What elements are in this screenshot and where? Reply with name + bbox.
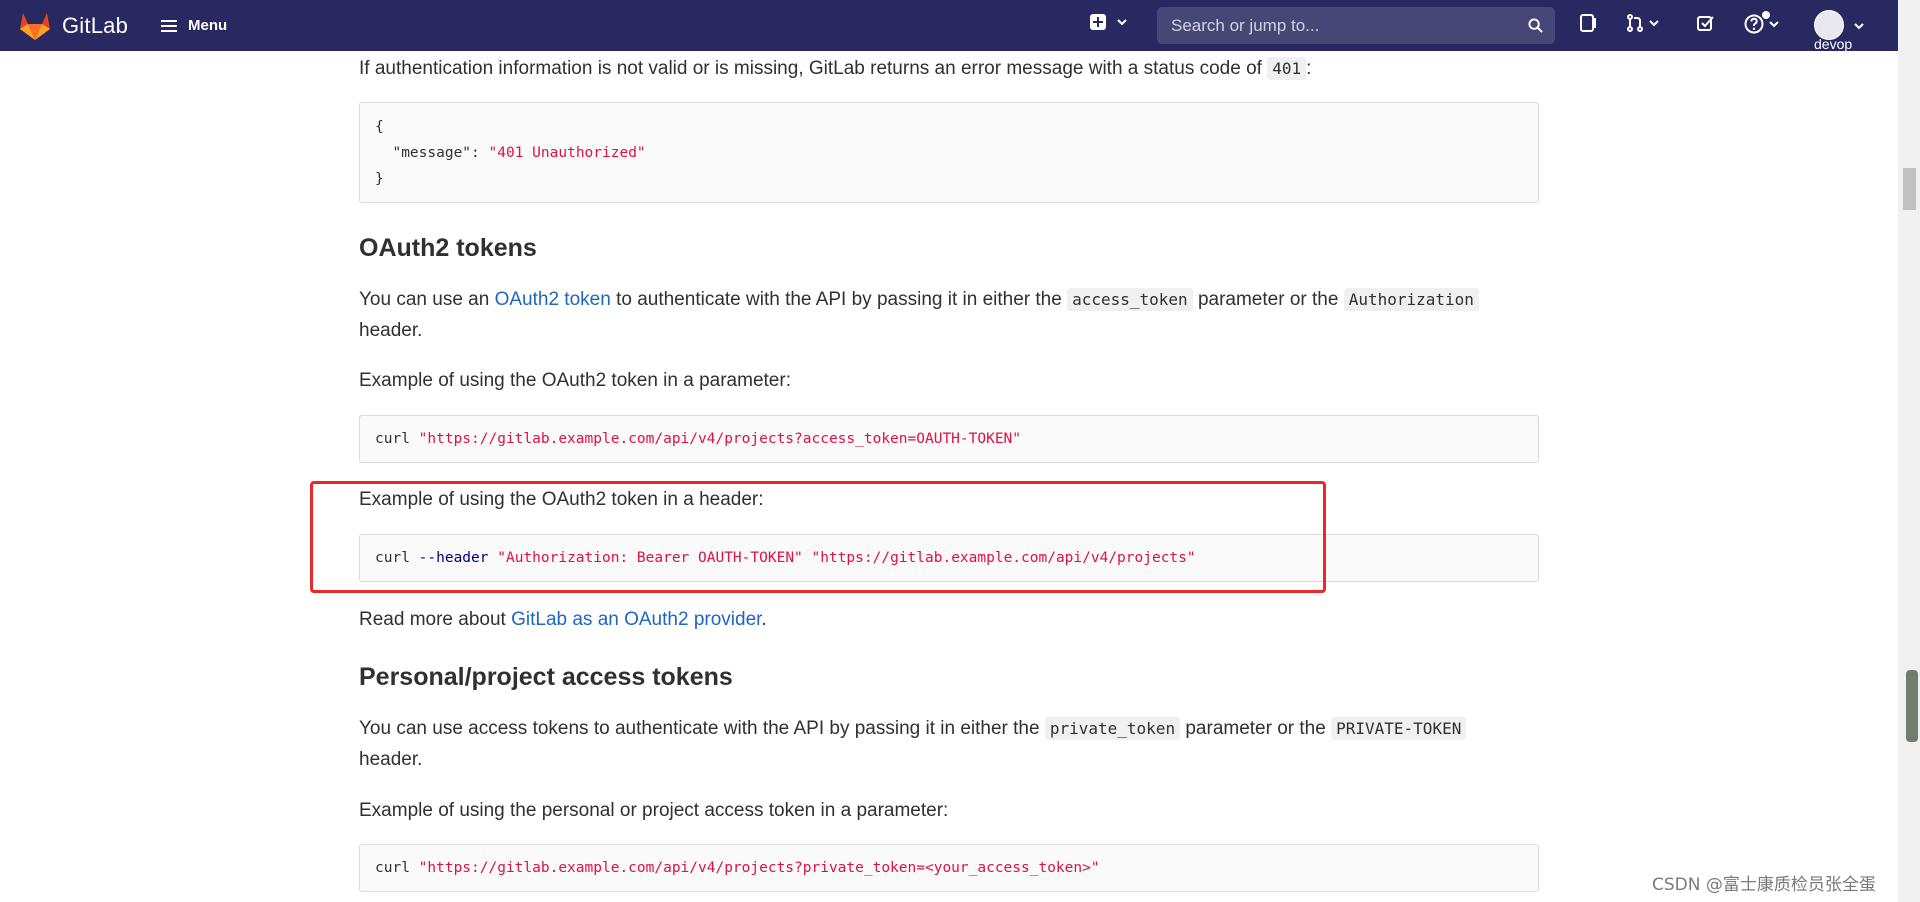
code-string: "https://gitlab.example.com/api/v4/proje… <box>418 431 1022 447</box>
code-brace: } <box>375 171 384 187</box>
menu-button[interactable]: Menu <box>161 17 227 34</box>
intro-paragraph: If authentication information is not val… <box>359 53 1311 84</box>
oauth-param-code-block: curl "https://gitlab.example.com/api/v4/… <box>359 415 1539 463</box>
chevron-down-icon <box>1854 23 1864 30</box>
inline-code: access_token <box>1067 288 1193 311</box>
search-icon[interactable] <box>1528 18 1543 33</box>
gitlab-logo-icon[interactable] <box>19 11 51 41</box>
chevron-down-icon <box>1649 20 1659 27</box>
notification-dot-icon <box>1762 11 1770 19</box>
code-key: "message" <box>392 145 472 161</box>
brand-name[interactable]: GitLab <box>62 13 128 39</box>
scrollbar-thumb[interactable] <box>1903 168 1916 210</box>
help-icon <box>1744 14 1764 34</box>
side-widget-handle[interactable] <box>1906 670 1918 742</box>
hamburger-icon <box>161 19 178 32</box>
inline-code: Authorization <box>1343 288 1479 311</box>
issues-icon <box>1580 14 1596 32</box>
oauth2-token-link[interactable]: OAuth2 token <box>495 289 611 310</box>
brand[interactable]: GitLab <box>19 11 128 41</box>
todos-button[interactable] <box>1697 14 1715 32</box>
pat-param-code-block: curl "https://gitlab.example.com/api/v4/… <box>359 844 1539 892</box>
highlight-annotation-box <box>310 481 1326 593</box>
pat-paragraph: You can use access tokens to authenticat… <box>359 713 1539 775</box>
code-cmd: curl <box>375 860 410 876</box>
search-box[interactable] <box>1157 7 1555 44</box>
oauth-heading: OAuth2 tokens <box>359 234 537 262</box>
text: You can use access tokens to authenticat… <box>359 718 1045 739</box>
create-new-button[interactable] <box>1090 14 1127 30</box>
inline-code: private_token <box>1044 717 1181 740</box>
vertical-scrollbar[interactable] <box>1898 0 1920 902</box>
text: to authenticate with the API by passing … <box>610 289 1068 310</box>
text: You can use an <box>359 289 495 310</box>
text: header. <box>359 320 423 341</box>
text: parameter or the <box>1180 718 1332 739</box>
intro-text: If authentication information is not val… <box>359 58 1262 79</box>
merge-request-icon <box>1627 14 1643 32</box>
plus-square-icon <box>1090 14 1106 30</box>
watermark: CSDN @富士康质检员张全蛋 <box>1652 875 1876 895</box>
issues-button[interactable] <box>1580 14 1598 32</box>
oauth-paragraph: You can use an OAuth2 token to authentic… <box>359 284 1539 346</box>
menu-label: Menu <box>188 17 228 34</box>
help-button[interactable] <box>1744 14 1779 34</box>
oauth2-provider-link[interactable]: GitLab as an OAuth2 provider <box>511 609 761 630</box>
read-more-paragraph: Read more about GitLab as an OAuth2 prov… <box>359 604 767 635</box>
inline-code: PRIVATE-TOKEN <box>1331 717 1467 740</box>
text: . <box>761 609 767 630</box>
pat-heading: Personal/project access tokens <box>359 663 733 691</box>
code-cmd: curl <box>375 431 410 447</box>
user-name: devop <box>1814 36 1853 52</box>
inline-code: 401 <box>1267 57 1307 80</box>
merge-requests-button[interactable] <box>1626 14 1659 32</box>
chevron-down-icon <box>1769 21 1779 28</box>
top-navbar: GitLab Menu Search or jump to... devop <box>0 0 1898 52</box>
text: parameter or the <box>1192 289 1344 310</box>
text: Read more about <box>359 609 512 630</box>
todo-icon <box>1697 16 1714 31</box>
code-brace: { <box>375 119 384 135</box>
code-colon: : <box>471 145 489 161</box>
search-input[interactable] <box>1169 14 1528 37</box>
chevron-down-icon <box>1117 19 1127 26</box>
intro-suffix: : <box>1306 58 1312 79</box>
error-code-block: { "message": "401 Unauthorized" } <box>359 102 1539 203</box>
pat-param-label: Example of using the personal or project… <box>359 800 949 821</box>
code-string: "401 Unauthorized" <box>488 145 646 161</box>
oauth-param-label: Example of using the OAuth2 token in a p… <box>359 370 791 391</box>
text: header. <box>359 749 423 770</box>
code-string: "https://gitlab.example.com/api/v4/proje… <box>418 860 1100 876</box>
